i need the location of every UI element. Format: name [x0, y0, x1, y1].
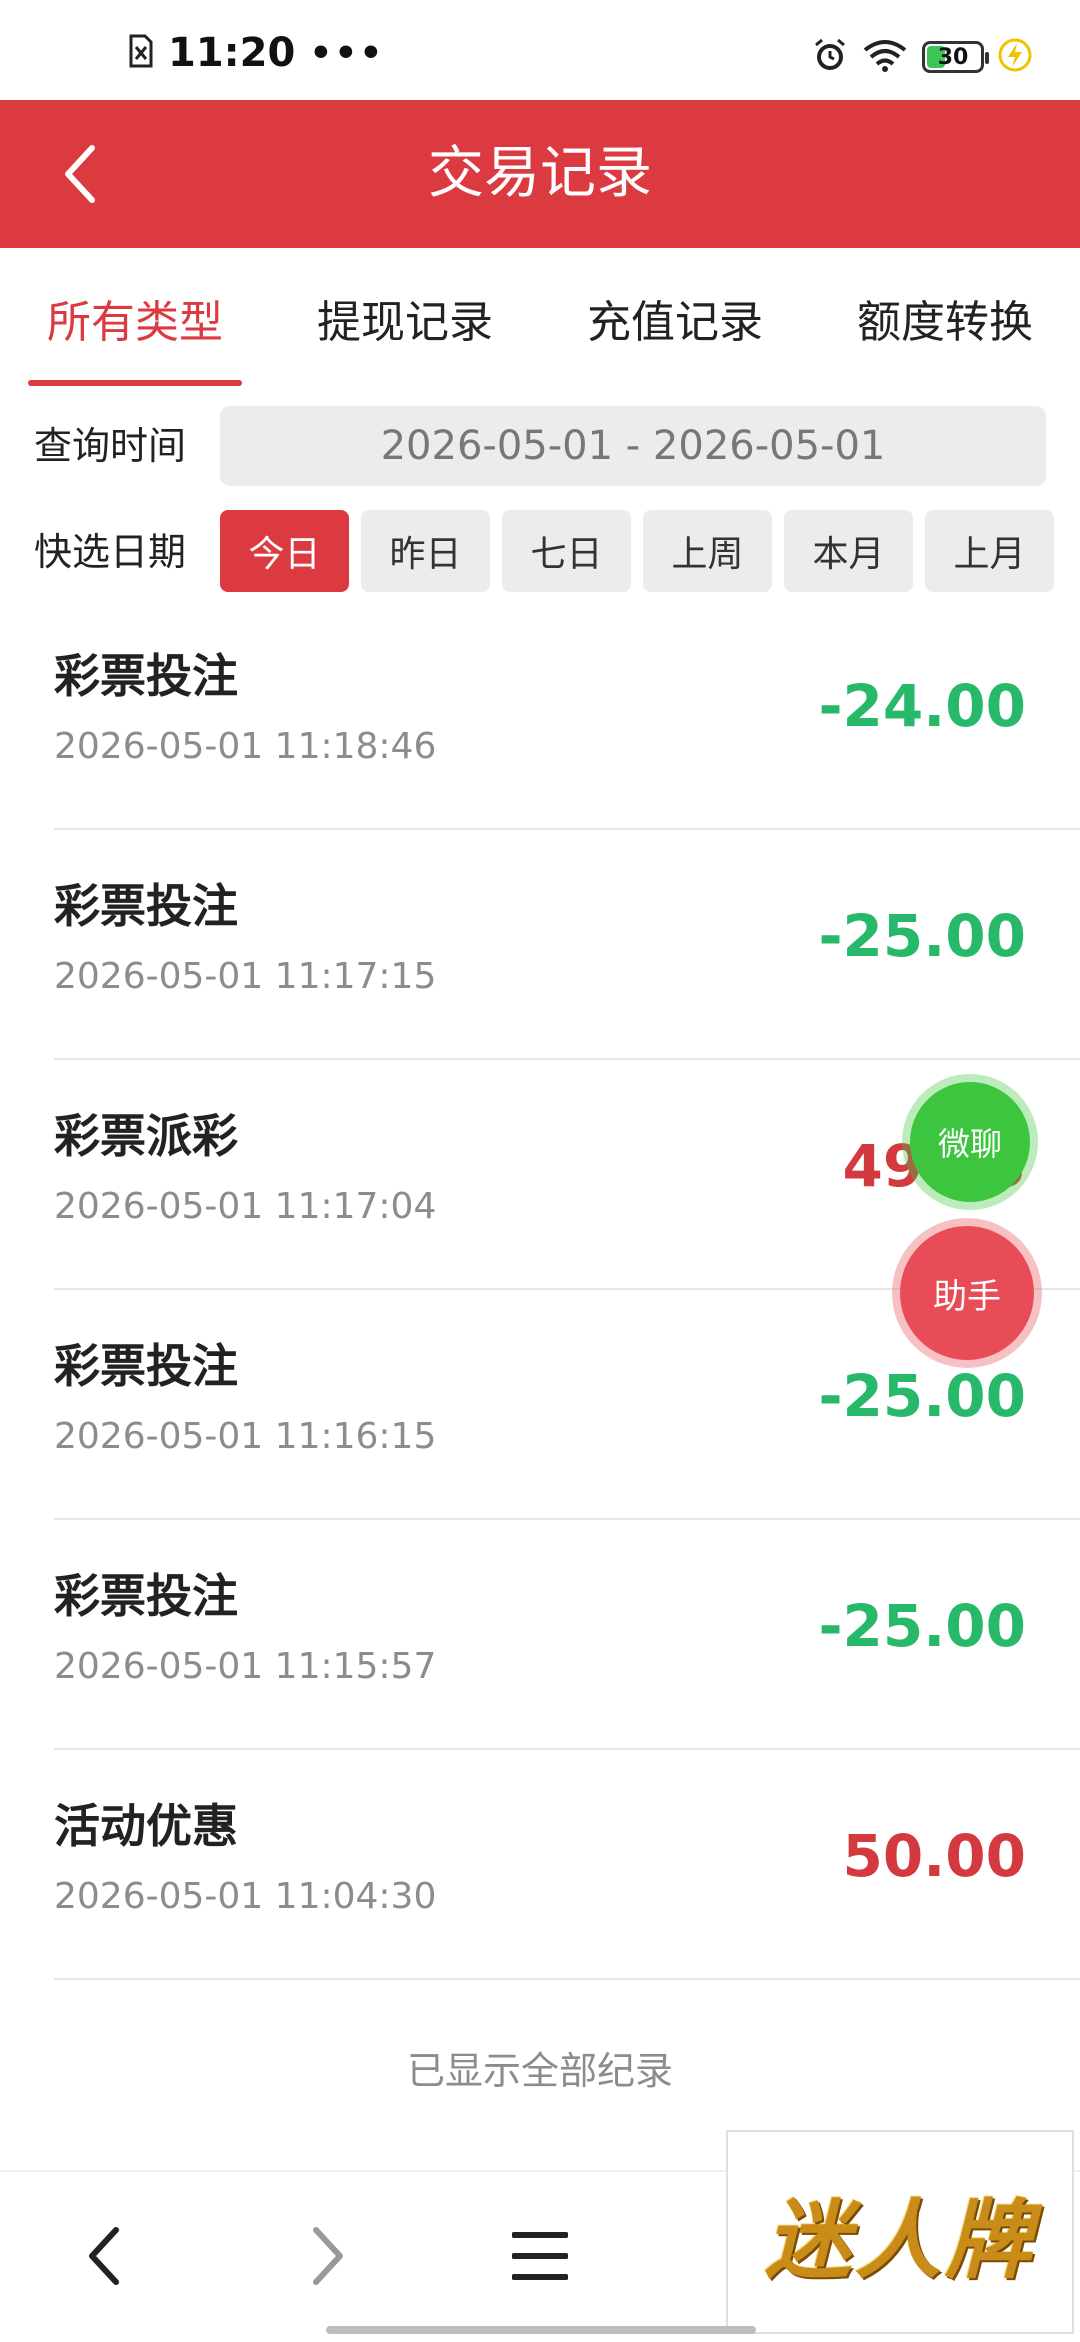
menu-icon	[512, 2232, 568, 2280]
quick-date-yesterday[interactable]: 昨日	[361, 510, 490, 592]
more-notifications-icon: •••	[309, 32, 385, 74]
tab-deposit-records[interactable]: 充值记录	[540, 248, 810, 388]
alarm-icon	[812, 37, 848, 77]
record-amount: -24.00	[818, 672, 1026, 740]
record-amount: -25.00	[818, 902, 1026, 970]
type-tabs: 所有类型 提现记录 充值记录 额度转换	[0, 248, 1080, 388]
quick-date-today[interactable]: 今日	[220, 510, 349, 592]
quick-date-last-month[interactable]: 上月	[925, 510, 1054, 592]
record-time: 2026-05-01 11:04:30	[54, 1876, 437, 1917]
nav-forward-button[interactable]	[278, 2206, 378, 2306]
tab-credit-transfer[interactable]: 额度转换	[810, 248, 1080, 388]
record-time: 2026-05-01 11:18:46	[54, 726, 437, 767]
charging-icon	[998, 37, 1032, 77]
clock: 11:20	[168, 30, 296, 76]
wifi-icon	[862, 37, 908, 77]
quick-date-last-week[interactable]: 上周	[643, 510, 772, 592]
record-amount: -25.00	[818, 1362, 1026, 1430]
chat-float-button[interactable]: 微聊	[910, 1082, 1030, 1202]
record-type: 彩票投注	[54, 1569, 238, 1623]
brand-logo: 迷人牌	[726, 2130, 1074, 2334]
nav-menu-button[interactable]	[490, 2206, 590, 2306]
record-type: 活动优惠	[54, 1799, 238, 1853]
record-time: 2026-05-01 11:16:15	[54, 1416, 437, 1457]
record-time: 2026-05-01 11:17:04	[54, 1186, 437, 1227]
home-indicator[interactable]	[326, 2326, 756, 2334]
app-header: 交易记录	[0, 100, 1080, 248]
query-time-label: 查询时间	[34, 424, 187, 468]
assistant-float-button[interactable]: 助手	[900, 1226, 1034, 1360]
record-type: 彩票投注	[54, 879, 238, 933]
chevron-right-icon	[313, 2227, 343, 2285]
status-left: 11:20 •••	[128, 30, 384, 76]
chevron-left-icon	[89, 2227, 119, 2285]
nav-back-button[interactable]	[54, 2206, 154, 2306]
quick-date-chips: 今日 昨日 七日 上周 本月 上月	[220, 510, 1054, 592]
tab-all-types[interactable]: 所有类型	[0, 248, 270, 388]
record-type: 彩票投注	[54, 1339, 238, 1393]
list-item[interactable]: 彩票投注 2026-05-01 11:15:57 -25.00	[54, 1520, 1080, 1750]
sim-icon	[128, 33, 154, 73]
battery-icon: 30	[922, 41, 989, 73]
record-type: 彩票派彩	[54, 1109, 238, 1163]
tab-withdrawal-records[interactable]: 提现记录	[270, 248, 540, 388]
quick-date-this-month[interactable]: 本月	[784, 510, 913, 592]
quick-date-label: 快选日期	[34, 530, 187, 574]
status-bar: 11:20 ••• 30	[0, 0, 1080, 100]
quick-date-row: 快选日期 今日 昨日 七日 上周 本月 上月	[0, 510, 1080, 594]
record-time: 2026-05-01 11:17:15	[54, 956, 437, 997]
list-item[interactable]: 彩票投注 2026-05-01 11:18:46 -24.00	[54, 600, 1080, 830]
all-records-shown-note: 已显示全部纪录	[406, 2049, 673, 2093]
record-type: 彩票投注	[54, 649, 238, 703]
list-item[interactable]: 彩票投注 2026-05-01 11:17:15 -25.00	[54, 830, 1080, 1060]
quick-date-seven-days[interactable]: 七日	[502, 510, 631, 592]
date-range-picker[interactable]: 2026-05-01 - 2026-05-01	[220, 406, 1046, 486]
list-item[interactable]: 活动优惠 2026-05-01 11:04:30 50.00	[54, 1750, 1080, 1980]
logo-text: 迷人牌	[765, 2190, 1035, 2291]
record-amount: -25.00	[818, 1592, 1026, 1660]
query-time-row: 查询时间 2026-05-01 - 2026-05-01	[0, 404, 1080, 488]
status-right: 30	[812, 34, 1032, 80]
page-title: 交易记录	[428, 141, 652, 206]
record-amount: 50.00	[842, 1822, 1026, 1890]
record-time: 2026-05-01 11:15:57	[54, 1646, 437, 1687]
